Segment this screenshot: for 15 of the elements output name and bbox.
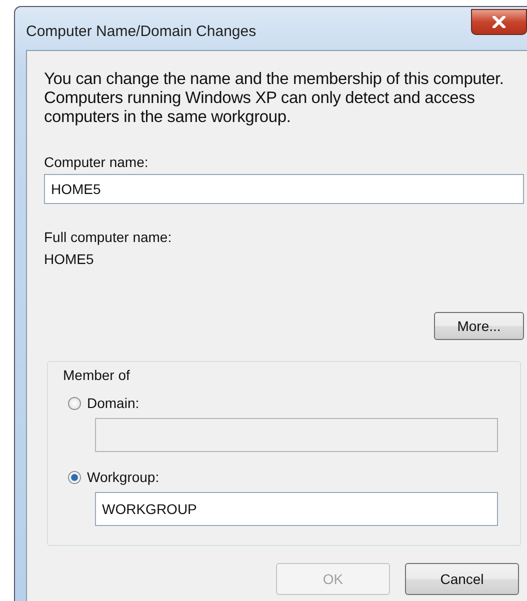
window-title: Computer Name/Domain Changes [26,23,256,40]
description-text: You can change the name and the membership of this computer. Computers running Windows XP can only detect and access computers in the same workgroup. [44,70,505,127]
field-label: Computer name: [44,153,148,171]
computer-name-field[interactable]: HOME5 [44,174,524,204]
close-button[interactable] [471,9,527,35]
group-title: Member of [63,366,130,384]
option-label: Workgroup: [87,468,160,486]
more-button[interactable]: More... [434,312,524,340]
dialog-button[interactable]: Cancel [405,563,519,595]
option-label: Domain: [87,394,140,412]
field-label: Full computer name: [44,228,172,246]
close-icon [492,16,506,28]
input-field[interactable]: WORKGROUP [95,492,498,526]
full-name-value: HOME5 [44,250,94,268]
radio-button[interactable] [68,470,81,484]
